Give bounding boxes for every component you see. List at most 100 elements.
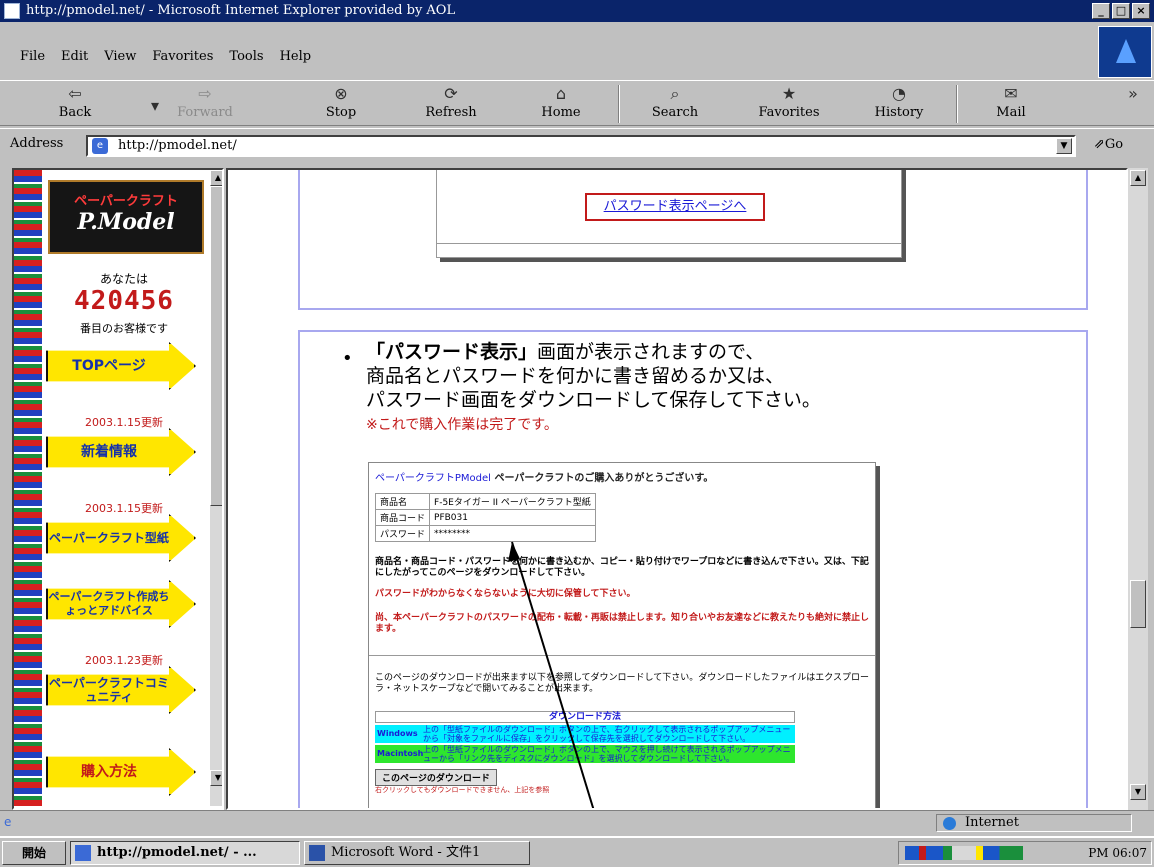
menu-bar: File Edit View Favorites Tools Help: [0, 44, 1090, 70]
history-icon: ◔: [892, 84, 906, 103]
favorites-button[interactable]: ★ Favorites: [744, 83, 834, 125]
taskbar-item-label: Microsoft Word - 文件1: [331, 845, 481, 860]
home-label: Home: [541, 105, 581, 120]
address-dropdown-icon[interactable]: ▼: [1056, 138, 1072, 154]
site-logo[interactable]: ペーパークラフト P.Model: [48, 180, 204, 254]
window-title: http://pmodel.net/ - Microsoft Internet …: [26, 3, 456, 18]
scroll-thumb[interactable]: [1130, 580, 1146, 628]
clock: PM 06:07: [1088, 846, 1147, 860]
update-date: 2003.1.15更新: [85, 416, 163, 429]
menu-favorites[interactable]: Favorites: [152, 44, 213, 70]
arrow-head-icon: [508, 542, 520, 562]
status-bar: e Internet: [0, 810, 1154, 834]
menu-edit[interactable]: Edit: [61, 44, 88, 70]
forward-label: Forward: [177, 105, 233, 120]
main-frame: パスワード表示ページへ • 「パスワード表示」画面が表示されますので、 商品名と…: [226, 168, 1128, 810]
toolbar-separator: [956, 85, 958, 123]
zone-label: Internet: [965, 815, 1019, 830]
nav-advice[interactable]: ペーパークラフト作成ちょっとアドバイス: [46, 580, 196, 628]
menu-tools[interactable]: Tools: [229, 44, 263, 70]
mail-label: Mail: [996, 105, 1026, 120]
nav-top-page[interactable]: TOPページ: [46, 342, 196, 390]
stop-button[interactable]: ⊗ Stop: [296, 83, 386, 125]
refresh-icon: ⟳: [444, 84, 458, 103]
ie-throbber: [1098, 26, 1152, 78]
taskbar-item-ie[interactable]: http://pmodel.net/ - ...: [70, 841, 300, 865]
logo-title: P.Model: [77, 209, 175, 235]
stop-label: Stop: [325, 105, 357, 120]
address-label: Address: [10, 136, 64, 151]
address-input[interactable]: e http://pmodel.net/ ▼: [86, 135, 1076, 157]
favorites-icon: ★: [781, 84, 797, 103]
go-button[interactable]: ⇗Go: [1094, 137, 1123, 152]
history-label: History: [874, 105, 924, 120]
menu-view[interactable]: View: [104, 44, 136, 70]
nav-label: ペーパークラフトコミュニティ: [49, 676, 169, 704]
refresh-label: Refresh: [425, 105, 477, 120]
nav-label: 購入方法: [81, 764, 137, 780]
title-bar: http://pmodel.net/ - Microsoft Internet …: [0, 0, 1154, 22]
throbber-icon: [1116, 39, 1136, 63]
nav-news[interactable]: 新着情報: [46, 428, 196, 476]
minimize-button[interactable]: _: [1092, 3, 1110, 19]
nav-label: 新着情報: [81, 444, 137, 460]
nav-papercraft-patterns[interactable]: ペーパークラフト型紙: [46, 514, 196, 562]
visitor-counter: 420456: [74, 286, 174, 316]
scroll-up-icon[interactable]: ▲: [210, 170, 222, 186]
browser-window: http://pmodel.net/ - Microsoft Internet …: [0, 0, 1154, 867]
ie-icon: [4, 3, 20, 19]
word-icon: [309, 845, 325, 861]
scroll-up-icon[interactable]: ▲: [1130, 170, 1146, 186]
taskbar-item-word[interactable]: Microsoft Word - 文件1: [304, 841, 530, 865]
menu-file[interactable]: File: [20, 44, 45, 70]
toolbar-separator: [618, 85, 620, 123]
home-icon: ⌂: [555, 84, 567, 103]
history-button[interactable]: ◔ History: [854, 83, 944, 125]
maximize-button[interactable]: □: [1112, 3, 1130, 19]
forward-button[interactable]: ⇨ Forward: [160, 83, 250, 125]
annotation-arrow: [508, 541, 595, 808]
chevron-right-icon: »: [1128, 84, 1138, 103]
nav-label: ペーパークラフト作成ちょっとアドバイス: [48, 590, 170, 617]
go-arrow-icon: ⇗: [1094, 137, 1105, 152]
nav-label: TOPページ: [72, 358, 146, 374]
mail-button[interactable]: ✉ Mail: [966, 83, 1056, 125]
search-icon: ⌕: [670, 84, 680, 103]
nav-purchase[interactable]: 購入方法: [46, 748, 196, 796]
left-nav-frame: ペーパークラフト P.Model あなたは 420456 番目のお客様です TO…: [12, 168, 224, 810]
tray-icons: [905, 846, 1023, 860]
refresh-button[interactable]: ⟳ Refresh: [406, 83, 496, 125]
stop-icon: ⊗: [334, 84, 348, 103]
taskbar: 開始 http://pmodel.net/ - ... Microsoft Wo…: [0, 836, 1154, 867]
nav-label: ペーパークラフト型紙: [49, 531, 169, 545]
back-arrow-icon: ⇦: [68, 84, 82, 103]
main-scrollbar[interactable]: ▲ ▼: [1128, 168, 1148, 810]
scroll-thumb[interactable]: [210, 186, 222, 506]
ie-status-icon: e: [4, 815, 12, 829]
decorative-strip: [14, 170, 42, 806]
home-button[interactable]: ⌂ Home: [516, 83, 606, 125]
address-bar: Address e http://pmodel.net/ ▼ ⇗Go: [0, 128, 1154, 160]
taskbar-item-label: http://pmodel.net/ - ...: [97, 845, 257, 860]
menu-help[interactable]: Help: [280, 44, 312, 70]
start-button[interactable]: 開始: [2, 841, 66, 865]
update-date: 2003.1.23更新: [85, 654, 163, 667]
favorites-label: Favorites: [758, 105, 820, 120]
logo-subtitle: ペーパークラフト: [74, 194, 178, 209]
close-button[interactable]: ×: [1132, 3, 1150, 19]
address-value: http://pmodel.net/: [118, 138, 237, 153]
scroll-down-icon[interactable]: ▼: [1130, 784, 1146, 800]
toolbar-more-button[interactable]: »: [1118, 83, 1148, 125]
back-button[interactable]: ⇦ Back: [30, 83, 120, 125]
arrow-line: [511, 541, 595, 808]
search-button[interactable]: ⌕ Search: [630, 83, 720, 125]
window-controls: _ □ ×: [1092, 3, 1150, 19]
nav-community[interactable]: ペーパークラフトコミュニティ: [46, 666, 196, 714]
standard-toolbar: ⇦ Back ▾ ⇨ Forward ⊗ Stop ⟳ Refresh ⌂ Home ⌕ S…: [0, 80, 1154, 126]
scroll-down-icon[interactable]: ▼: [210, 770, 222, 786]
left-scrollbar[interactable]: ▲ ▼: [210, 170, 222, 806]
page-icon: e: [92, 138, 108, 154]
search-label: Search: [651, 105, 699, 120]
update-date: 2003.1.15更新: [85, 502, 163, 515]
mail-icon: ✉: [1004, 84, 1018, 103]
